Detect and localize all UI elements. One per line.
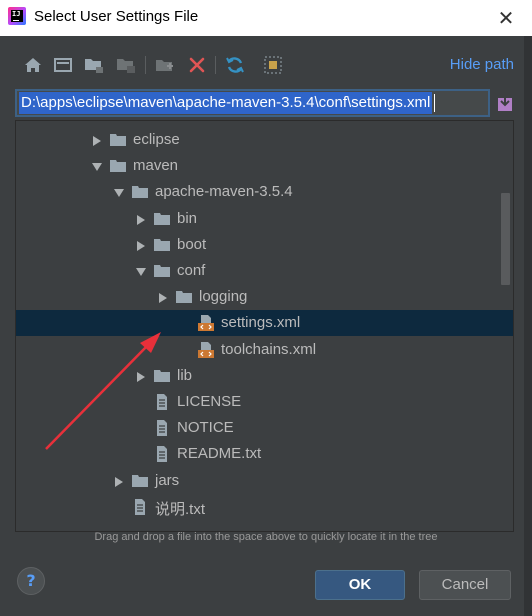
tree-folder-row[interactable]: logging xyxy=(16,284,513,310)
tree-item-label: lib xyxy=(177,366,193,384)
tree-item-label: conf xyxy=(177,262,206,279)
folder-icon xyxy=(109,157,127,175)
tree-item-label: 说明.txt xyxy=(155,500,206,518)
help-button[interactable]: ? xyxy=(17,567,45,595)
tree-item-label: LICENSE xyxy=(177,393,242,410)
desktop-icon[interactable] xyxy=(52,54,74,76)
xml-file-icon xyxy=(197,341,215,359)
tree-file-row[interactable]: README.txt xyxy=(16,441,513,467)
expanded-arrow-icon[interactable] xyxy=(113,186,125,198)
tree-item-label: maven xyxy=(133,157,179,175)
collapsed-arrow-icon[interactable] xyxy=(135,239,147,251)
file-tree[interactable]: 说明.txt jars README.txt NOTICE LICENSE lib tool… xyxy=(15,120,514,532)
cancel-button[interactable]: Cancel xyxy=(419,570,511,600)
tree-item-label: boot xyxy=(177,235,207,253)
expanded-arrow-icon[interactable] xyxy=(135,265,147,277)
tree-item-label: logging xyxy=(199,288,248,306)
tree-folder-row[interactable]: conf xyxy=(16,258,513,284)
refresh-icon[interactable] xyxy=(224,54,246,76)
file-chooser-toolbar: Hide path xyxy=(0,52,532,80)
drag-drop-hint: Drag and drop a file into the space abov… xyxy=(94,531,438,543)
path-input[interactable]: D:\apps\eclipse\maven\apache-maven-3.5.4… xyxy=(15,89,490,117)
home-icon[interactable] xyxy=(22,54,44,76)
tree-folder-row[interactable]: boot xyxy=(16,232,513,258)
hide-path-link[interactable]: Hide path xyxy=(450,56,514,73)
tree-folder-row[interactable]: apache-maven-3.5.4 xyxy=(16,179,513,205)
tree-file-row[interactable]: NOTICE xyxy=(16,415,513,441)
folder-icon xyxy=(153,262,171,280)
folder-icon xyxy=(153,210,171,228)
text-file-icon xyxy=(153,393,171,411)
collapsed-arrow-icon[interactable] xyxy=(113,475,125,487)
folder-icon xyxy=(153,367,171,385)
collapsed-arrow-icon[interactable] xyxy=(135,213,147,225)
tree-item-label: bin xyxy=(177,209,198,227)
tree-item-label: NOTICE xyxy=(177,419,234,437)
path-text: D:\apps\eclipse\maven\apache-maven-3.5.4… xyxy=(19,92,433,114)
tree-item-label: settings.xml xyxy=(221,314,301,332)
new-folder-icon[interactable] xyxy=(154,54,176,76)
text-caret xyxy=(434,93,436,112)
tree-folder-row[interactable]: bin xyxy=(16,206,513,232)
window-title: Select User Settings File xyxy=(34,8,199,25)
folder-icon xyxy=(131,183,149,201)
tree-folder-row[interactable]: eclipse xyxy=(16,127,513,153)
collapsed-arrow-icon[interactable] xyxy=(135,370,147,382)
xml-file-icon xyxy=(197,314,215,332)
tree-item-label: eclipse xyxy=(133,131,180,148)
tree-file-row[interactable]: toolchains.xml xyxy=(16,337,513,363)
text-file-icon xyxy=(153,419,171,437)
tree-file-row[interactable]: LICENSE xyxy=(16,389,513,415)
title-bar: IJ Select User Settings File ✕ xyxy=(0,0,532,36)
expanded-arrow-icon[interactable] xyxy=(91,160,103,172)
toolbar-separator xyxy=(215,56,216,74)
folder-icon xyxy=(153,236,171,254)
tree-item-label: README.txt xyxy=(177,445,262,463)
vertical-scrollbar-thumb[interactable] xyxy=(501,193,510,285)
collapsed-arrow-icon[interactable] xyxy=(157,291,169,304)
tree-item-label: apache-maven-3.5.4 xyxy=(155,183,293,201)
show-hidden-icon[interactable] xyxy=(262,54,284,76)
tree-item-label: jars xyxy=(155,471,180,489)
intellij-logo-icon: IJ xyxy=(8,7,26,25)
text-file-icon xyxy=(153,445,171,463)
delete-icon[interactable] xyxy=(186,54,208,76)
text-file-icon xyxy=(131,498,149,516)
close-icon[interactable]: ✕ xyxy=(494,6,518,30)
tree-file-row[interactable]: settings.xml xyxy=(16,310,513,337)
tree-folder-row[interactable]: lib xyxy=(16,363,513,389)
tree-file-row[interactable]: 说明.txt xyxy=(16,494,513,520)
tree-item-label: toolchains.xml xyxy=(221,340,317,358)
toolbar-separator xyxy=(145,56,146,74)
module-folder-icon[interactable] xyxy=(115,54,137,76)
window-edge xyxy=(524,36,532,616)
folder-icon xyxy=(175,288,193,306)
folder-icon xyxy=(109,131,127,149)
tree-folder-row[interactable]: maven xyxy=(16,153,513,179)
folder-icon xyxy=(131,472,149,490)
collapsed-arrow-icon[interactable] xyxy=(91,134,103,146)
tree-folder-row[interactable]: jars xyxy=(16,468,513,494)
path-history-icon[interactable] xyxy=(495,92,515,114)
project-folder-icon[interactable] xyxy=(83,54,105,76)
ok-button[interactable]: OK xyxy=(315,570,405,600)
